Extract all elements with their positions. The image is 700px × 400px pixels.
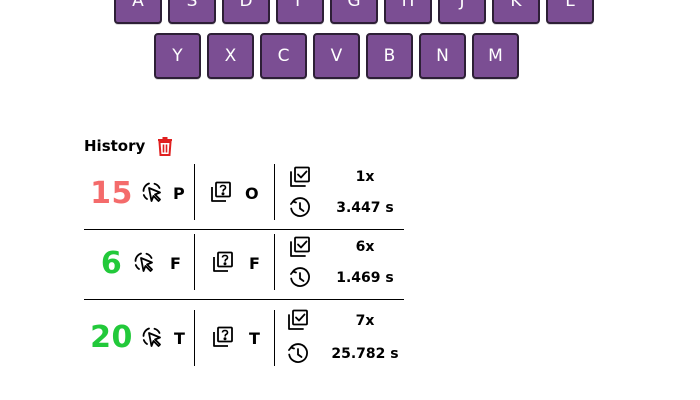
- history-entry: 15 P O 1x 3.447 s: [84, 160, 404, 230]
- keyboard-row-2: A S D F G H J K L: [114, 0, 594, 24]
- clock-icon: [288, 196, 312, 220]
- divider: [194, 234, 195, 290]
- key[interactable]: D: [222, 0, 270, 24]
- time-value: 1.469 s: [336, 270, 394, 286]
- key[interactable]: X: [207, 33, 254, 79]
- checkbox-list-icon: [286, 308, 310, 332]
- keyboard-row-3: Y X C V B N M: [154, 33, 519, 79]
- key[interactable]: H: [384, 0, 432, 24]
- key[interactable]: B: [366, 33, 413, 79]
- divider: [274, 164, 275, 220]
- key[interactable]: J: [438, 0, 486, 24]
- key[interactable]: K: [492, 0, 540, 24]
- answer-letter: F: [249, 254, 260, 273]
- divider: [274, 234, 275, 290]
- question-card-icon: [209, 180, 233, 204]
- clock-icon: [288, 266, 312, 290]
- divider: [274, 310, 275, 366]
- key[interactable]: M: [472, 33, 519, 79]
- divider: [194, 310, 195, 366]
- clock-icon: [286, 342, 310, 366]
- key[interactable]: L: [546, 0, 594, 24]
- key[interactable]: Y: [154, 33, 201, 79]
- divider: [194, 164, 195, 220]
- question-card-icon: [211, 250, 235, 274]
- question-card-icon: [211, 325, 235, 349]
- attempts-count: 7x: [355, 313, 375, 329]
- score: 20: [90, 320, 133, 355]
- history-entry: 20 T T 7x 25.782 s: [84, 300, 404, 366]
- trash-icon[interactable]: [155, 136, 175, 156]
- attempts-count: 6x: [355, 239, 375, 255]
- guess-letter: T: [174, 329, 185, 348]
- cursor-click-icon: [140, 325, 164, 349]
- page: A S D F G H J K L Y X C V B N M History: [0, 0, 700, 400]
- key[interactable]: F: [276, 0, 324, 24]
- guess-letter: P: [173, 184, 185, 203]
- cursor-click-icon: [140, 180, 164, 204]
- key[interactable]: C: [260, 33, 307, 79]
- score: 15: [90, 176, 133, 211]
- history-title: History: [84, 137, 146, 155]
- key[interactable]: V: [313, 33, 360, 79]
- key[interactable]: G: [330, 0, 378, 24]
- score: 6: [100, 246, 123, 281]
- history-header: History: [84, 136, 175, 156]
- key[interactable]: N: [419, 33, 466, 79]
- history-entry: 6 F F 6x 1.469 s: [84, 230, 404, 300]
- cursor-click-icon: [132, 250, 156, 274]
- guess-letter: F: [170, 254, 181, 273]
- checkbox-list-icon: [288, 165, 312, 189]
- checkbox-list-icon: [288, 235, 312, 259]
- history-list: 15 P O 1x 3.447 s 6 F F 6x 1.469 s 20 T …: [84, 160, 404, 366]
- time-value: 3.447 s: [336, 200, 394, 216]
- key[interactable]: A: [114, 0, 162, 24]
- key[interactable]: S: [168, 0, 216, 24]
- time-value: 25.782 s: [331, 346, 399, 362]
- answer-letter: T: [249, 329, 260, 348]
- attempts-count: 1x: [355, 169, 375, 185]
- answer-letter: O: [245, 184, 259, 203]
